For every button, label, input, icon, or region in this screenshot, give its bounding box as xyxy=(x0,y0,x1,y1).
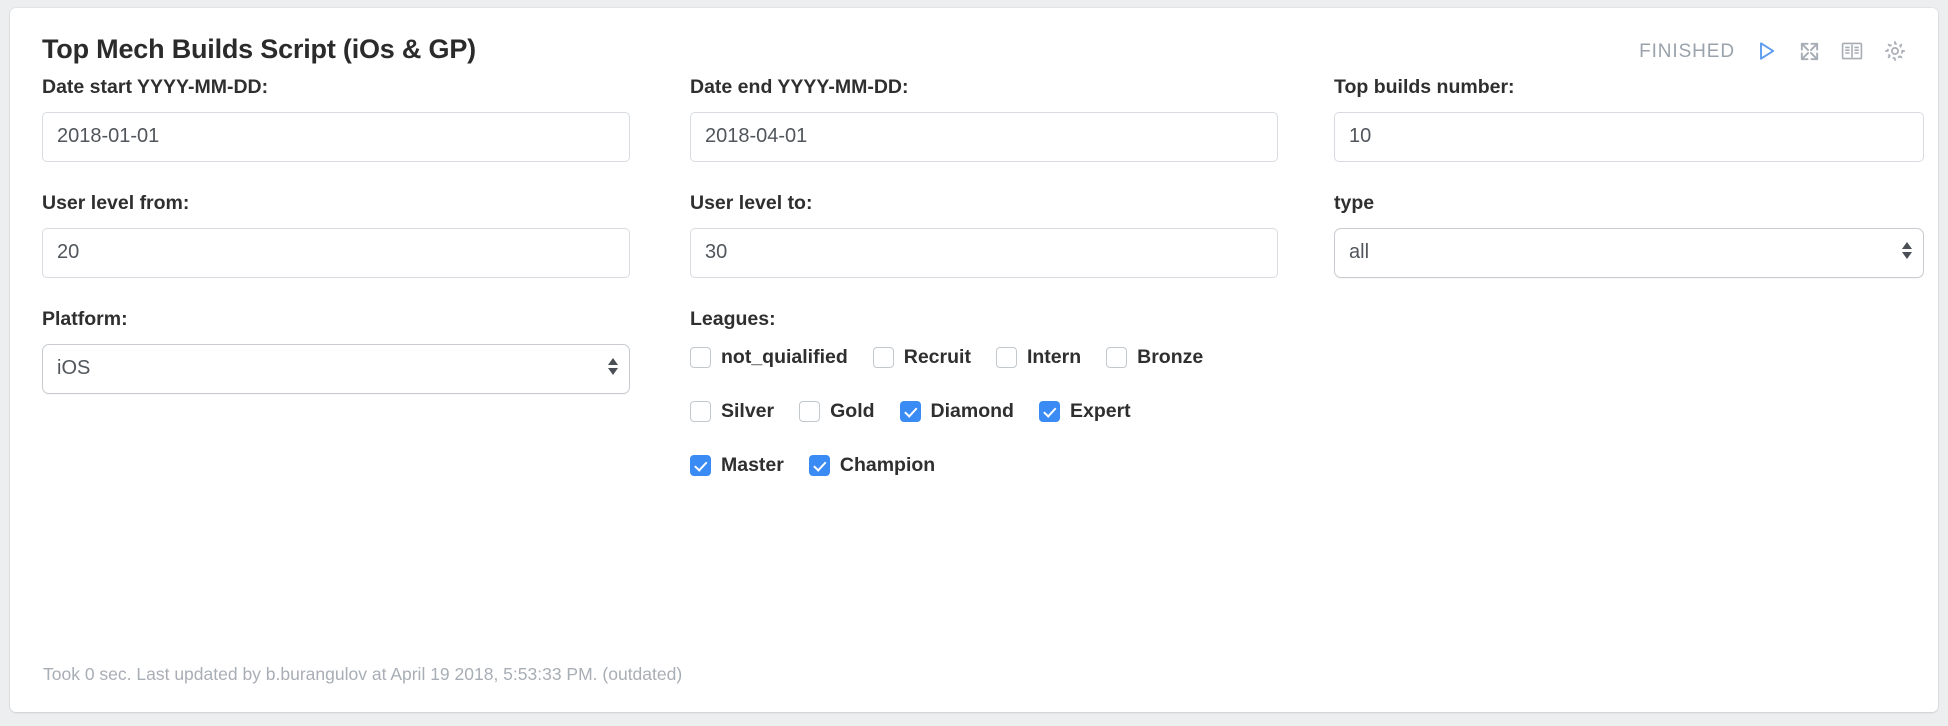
league-checkbox-label: Diamond xyxy=(930,399,1014,422)
type-select[interactable]: all xyxy=(1334,227,1924,278)
platform-label: Platform: xyxy=(42,308,128,330)
league-checkbox-label: Intern xyxy=(1026,345,1082,368)
field-row-1: Date start YYYY-MM-DD: Date end YYYY-MM-… xyxy=(10,76,1938,194)
checkbox-icon[interactable] xyxy=(690,347,711,368)
checkbox-checked-icon[interactable] xyxy=(899,401,921,422)
expand-arrows-icon[interactable] xyxy=(1796,38,1822,64)
field-row-2: User level from: User level to: type all xyxy=(10,192,1938,310)
league-checkbox-item[interactable]: Champion xyxy=(808,453,936,476)
league-checkbox-item[interactable]: Diamond xyxy=(899,399,1014,422)
field-top-builds: Top builds number: xyxy=(1334,76,1924,162)
checkbox-icon[interactable] xyxy=(1106,347,1128,368)
league-checkbox-label: Champion xyxy=(839,453,936,476)
user-level-from-input[interactable] xyxy=(42,227,630,278)
league-checkbox-label: Expert xyxy=(1069,399,1131,422)
user-level-to-label: User level to: xyxy=(690,192,813,214)
platform-select-wrap: iOS xyxy=(42,343,630,394)
leagues-row: not_quialified Recruit Intern Bronze xyxy=(690,344,1590,372)
checkbox-icon[interactable] xyxy=(872,347,894,368)
checkbox-checked-icon[interactable] xyxy=(690,455,711,476)
checkbox-icon[interactable] xyxy=(690,401,711,422)
field-date-start: Date start YYYY-MM-DD: xyxy=(42,76,630,162)
field-row-3: Platform: iOS Leagues: not_quialified Rec… xyxy=(10,308,1938,476)
league-checkbox-label: Master xyxy=(721,453,784,476)
checkbox-icon[interactable] xyxy=(995,347,1017,368)
header-actions: FINISHED xyxy=(1639,37,1908,65)
form-area: Date start YYYY-MM-DD: Date end YYYY-MM-… xyxy=(10,76,1938,476)
league-checkbox-label: not_quialified xyxy=(721,345,848,368)
date-end-label: Date end YYYY-MM-DD: xyxy=(690,76,909,98)
league-checkbox-label: Gold xyxy=(830,399,875,422)
top-builds-label: Top builds number: xyxy=(1334,76,1515,98)
league-checkbox-item[interactable]: Bronze xyxy=(1106,347,1203,368)
leagues-rows: not_quialified Recruit Intern Bronze Silver G… xyxy=(690,344,1590,480)
date-end-input[interactable] xyxy=(690,111,1278,162)
script-card: Top Mech Builds Script (iOs & GP) FINISH… xyxy=(10,8,1938,712)
user-level-to-input[interactable] xyxy=(690,227,1278,278)
checkbox-checked-icon[interactable] xyxy=(808,455,830,476)
platform-select[interactable]: iOS xyxy=(42,343,630,394)
field-type: type all xyxy=(1334,192,1924,278)
date-start-input[interactable] xyxy=(42,111,630,162)
type-select-value: all xyxy=(1349,241,1370,263)
leagues-group: Leagues: not_quialified Recruit Intern Bron… xyxy=(690,308,1590,506)
league-checkbox-item[interactable]: Expert xyxy=(1038,399,1131,422)
field-platform: Platform: iOS xyxy=(42,308,630,394)
league-checkbox-item[interactable]: Gold xyxy=(799,399,875,422)
page-title: Top Mech Builds Script (iOs & GP) xyxy=(42,34,476,64)
checkbox-checked-icon[interactable] xyxy=(1038,401,1060,422)
league-checkbox-item[interactable]: Master xyxy=(690,455,784,476)
card-header: Top Mech Builds Script (iOs & GP) FINISH… xyxy=(10,8,1938,78)
status-badge: FINISHED xyxy=(1639,40,1735,62)
checkbox-icon[interactable] xyxy=(799,401,821,422)
last-updated-note: Took 0 sec. Last updated by b.burangulov… xyxy=(43,664,683,684)
league-checkbox-item[interactable]: Silver xyxy=(690,401,774,422)
field-user-level-from: User level from: xyxy=(42,192,630,278)
platform-select-value: iOS xyxy=(57,357,91,379)
league-checkbox-label: Recruit xyxy=(903,345,971,368)
league-checkbox-item[interactable]: not_quialified xyxy=(690,347,848,368)
league-checkbox-item[interactable]: Recruit xyxy=(872,345,971,368)
type-label: type xyxy=(1334,192,1375,214)
field-date-end: Date end YYYY-MM-DD: xyxy=(690,76,1278,162)
league-checkbox-item[interactable]: Intern xyxy=(995,345,1082,368)
field-user-level-to: User level to: xyxy=(690,192,1278,278)
play-icon[interactable] xyxy=(1753,38,1779,64)
type-select-wrap: all xyxy=(1334,227,1924,278)
date-start-label: Date start YYYY-MM-DD: xyxy=(42,76,269,98)
top-builds-input[interactable] xyxy=(1334,111,1924,162)
leagues-row: Master Champion xyxy=(690,452,1590,480)
league-checkbox-label: Silver xyxy=(721,399,775,422)
book-icon[interactable] xyxy=(1839,38,1865,64)
leagues-row: Silver Gold Diamond Expert xyxy=(690,398,1590,426)
user-level-from-label: User level from: xyxy=(42,192,190,214)
leagues-label: Leagues: xyxy=(690,308,776,330)
league-checkbox-label: Bronze xyxy=(1137,345,1204,368)
gear-icon[interactable] xyxy=(1882,38,1908,64)
